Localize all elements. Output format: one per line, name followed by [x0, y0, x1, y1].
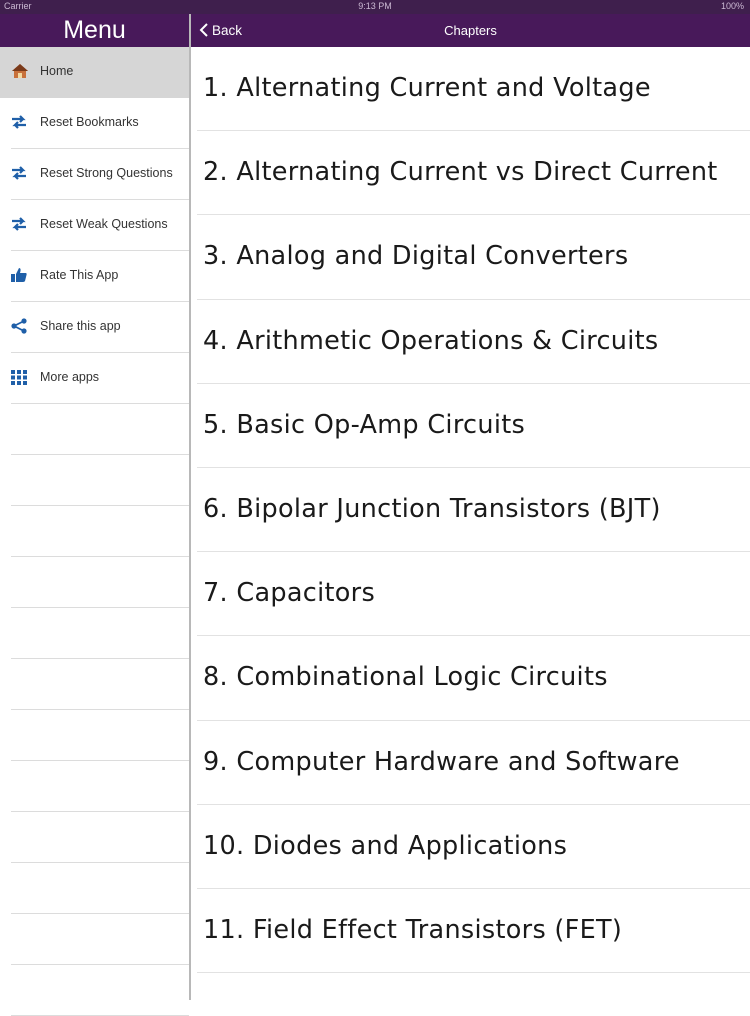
chapter-row[interactable]: 7. Capacitors: [197, 552, 750, 637]
empty-row: [11, 404, 189, 455]
empty-row: [11, 710, 189, 761]
sidebar-item-label: Home: [40, 64, 74, 78]
chapter-title: 5. Basic Op-Amp Circuits: [203, 409, 526, 440]
sidebar-item-reset-bookmarks[interactable]: Reset Bookmarks: [11, 98, 189, 149]
chapter-row[interactable]: 10. Diodes and Applications: [197, 805, 750, 889]
reset-arrows-icon: [12, 166, 26, 180]
chapter-title: 4. Arithmetic Operations & Circuits: [203, 325, 659, 356]
chapter-title: 7. Capacitors: [203, 578, 376, 609]
chapter-title: 6. Bipolar Junction Transistors (BJT): [203, 493, 661, 524]
empty-row: [11, 761, 189, 812]
chapter-row[interactable]: 4. Arithmetic Operations & Circuits: [197, 300, 750, 384]
chapter-row[interactable]: 9. Computer Hardware and Software: [197, 721, 750, 805]
sidebar-item-label: More apps: [40, 370, 100, 384]
status-time: 9:13 PM: [358, 1, 392, 11]
empty-row: [11, 812, 189, 863]
sidebar-item-label: Reset Bookmarks: [40, 115, 139, 129]
empty-row: [11, 608, 189, 659]
chapter-title: 3. Analog and Digital Converters: [203, 241, 629, 272]
menu-title: Menu: [0, 14, 189, 47]
empty-row: [11, 863, 189, 914]
status-bar: Carrier 9:13 PM 100%: [0, 0, 750, 14]
chapter-row[interactable]: 5. Basic Op-Amp Circuits: [197, 384, 750, 468]
chapters-panel: Back Chapters 1. Alternating Current and…: [191, 14, 750, 1000]
page-title: Chapters: [444, 23, 497, 38]
share-icon: [11, 318, 27, 334]
chapter-row[interactable]: 11. Field Effect Transistors (FET): [197, 889, 750, 974]
empty-row: [11, 506, 189, 557]
empty-row: [11, 914, 189, 965]
sidebar-menu: Menu Home Reset Bookmarks Reset Strong Q…: [0, 14, 189, 1016]
thumbs-up-icon: [11, 268, 27, 282]
empty-row: [11, 965, 189, 1016]
sidebar-item-share-this-app[interactable]: Share this app: [11, 302, 189, 353]
chapter-title: 1. Alternating Current and Voltage: [203, 73, 651, 103]
empty-row: [11, 557, 189, 608]
reset-arrows-icon: [12, 115, 26, 129]
grid-icon: [11, 370, 27, 385]
sidebar-item-label: Reset Weak Questions: [40, 217, 168, 231]
chapter-row[interactable]: 2. Alternating Current vs Direct Current: [197, 131, 750, 216]
reset-arrows-icon: [12, 217, 26, 231]
sidebar-item-reset-weak-questions[interactable]: Reset Weak Questions: [11, 200, 189, 251]
sidebar-item-rate-this-app[interactable]: Rate This App: [11, 251, 189, 302]
chapter-title: 10. Diodes and Applications: [203, 830, 568, 861]
sidebar-item-more-apps[interactable]: More apps: [11, 353, 189, 404]
home-icon: [12, 64, 28, 78]
sidebar-item-home[interactable]: Home: [0, 47, 189, 98]
chapter-title: 11. Field Effect Transistors (FET): [203, 914, 623, 945]
navigation-bar: Back Chapters: [191, 14, 750, 47]
chapter-row[interactable]: 3. Analog and Digital Converters: [197, 215, 750, 300]
sidebar-item-label: Share this app: [40, 319, 121, 333]
chapter-title: 9. Computer Hardware and Software: [203, 746, 680, 777]
chapter-title: 8. Combinational Logic Circuits: [203, 662, 608, 693]
empty-row: [11, 455, 189, 506]
sidebar-item-label: Reset Strong Questions: [40, 166, 173, 180]
sidebar-item-label: Rate This App: [40, 268, 119, 282]
chapter-row[interactable]: 8. Combinational Logic Circuits: [197, 636, 750, 721]
chapter-list: 1. Alternating Current and Voltage 2. Al…: [191, 47, 750, 974]
empty-row: [11, 659, 189, 710]
chapter-row[interactable]: 6. Bipolar Junction Transistors (BJT): [197, 468, 750, 553]
chapter-row[interactable]: 1. Alternating Current and Voltage: [197, 47, 750, 132]
sidebar-item-reset-strong-questions[interactable]: Reset Strong Questions: [11, 149, 189, 200]
chapter-title: 2. Alternating Current vs Direct Current: [203, 157, 718, 188]
battery-label: 100%: [720, 1, 744, 11]
